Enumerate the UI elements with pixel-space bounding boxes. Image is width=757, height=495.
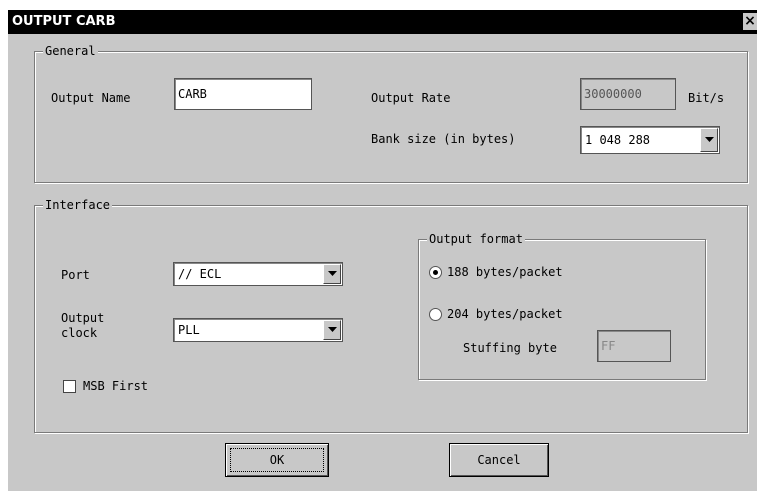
bank-size-dropdown-button[interactable] <box>700 128 718 152</box>
radio-selected-dot <box>433 270 438 275</box>
output-rate-field: 30000000 <box>580 78 676 110</box>
chevron-down-icon <box>328 327 337 332</box>
msb-first-checkbox[interactable] <box>63 380 76 393</box>
output-name-field[interactable]: CARB <box>174 78 312 110</box>
radio-204-bytes[interactable] <box>429 308 442 321</box>
focus-rect <box>230 448 324 472</box>
stuffing-byte-field: FF <box>597 330 671 362</box>
chevron-down-icon <box>328 271 337 276</box>
title-bar[interactable]: OUTPUT CARB × <box>8 10 757 34</box>
ok-button[interactable]: OK <box>225 443 329 477</box>
chevron-down-icon <box>705 137 714 142</box>
interface-group: Interface Port // ECL Output clock PLL M… <box>34 197 748 433</box>
cancel-button[interactable]: Cancel <box>449 443 549 477</box>
bank-size-label: Bank size (in bytes) <box>371 132 516 146</box>
output-rate-label: Output Rate <box>371 91 451 105</box>
output-format-legend: Output format <box>427 231 525 247</box>
output-carb-dialog: OUTPUT CARB × General Output Name CARB O… <box>8 10 757 491</box>
port-select[interactable]: // ECL <box>173 262 343 286</box>
output-format-group: Output format 188 bytes/packet 204 bytes… <box>418 231 706 380</box>
general-group: General Output Name CARB Output Rate 300… <box>34 43 748 183</box>
output-rate-unit: Bit/s <box>688 91 725 105</box>
radio-188-label[interactable]: 188 bytes/packet <box>447 264 563 280</box>
output-name-label: Output Name <box>51 91 131 105</box>
output-clock-label-line1: Output <box>61 311 105 325</box>
bank-size-value: 1 048 288 <box>585 133 651 147</box>
port-value: // ECL <box>178 267 222 281</box>
close-icon[interactable]: × <box>743 13 757 30</box>
output-clock-label-line2: clock <box>61 326 98 340</box>
interface-legend: Interface <box>43 197 113 213</box>
msb-first-label[interactable]: MSB First <box>83 378 148 394</box>
cancel-button-label: Cancel <box>477 453 521 467</box>
window-title: OUTPUT CARB <box>12 14 116 29</box>
bank-size-select[interactable]: 1 048 288 <box>580 126 720 154</box>
output-clock-select[interactable]: PLL <box>173 318 343 342</box>
radio-188-bytes[interactable] <box>429 266 442 279</box>
general-legend: General <box>43 43 98 59</box>
port-label: Port <box>61 268 90 282</box>
port-dropdown-button[interactable] <box>323 264 341 284</box>
stuffing-byte-label: Stuffing byte <box>463 341 557 355</box>
output-clock-dropdown-button[interactable] <box>323 320 341 340</box>
output-clock-value: PLL <box>178 323 200 337</box>
radio-204-label[interactable]: 204 bytes/packet <box>447 306 563 322</box>
